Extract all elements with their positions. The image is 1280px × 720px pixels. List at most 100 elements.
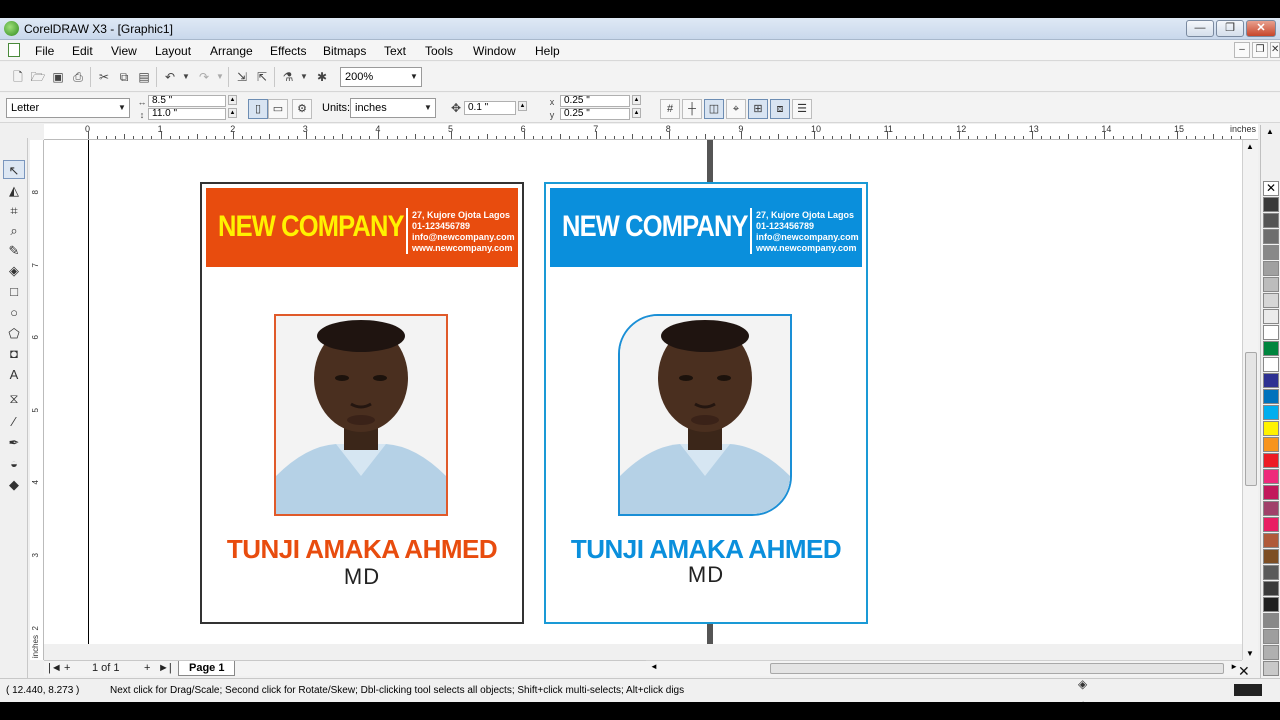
color-swatch[interactable]	[1263, 309, 1279, 324]
color-swatch[interactable]	[1263, 421, 1279, 436]
scroll-left-icon[interactable]: ◄	[650, 662, 658, 671]
first-page-icon[interactable]: |◄	[48, 662, 62, 674]
duplicate-x-field[interactable]: 0.25 "	[560, 95, 630, 107]
minimize-button[interactable]: —	[1186, 20, 1214, 37]
open-icon[interactable]: 🗁	[30, 69, 46, 85]
menu-view[interactable]: View	[111, 44, 137, 58]
current-fill-swatch[interactable]	[1234, 684, 1262, 696]
color-swatch[interactable]	[1263, 261, 1279, 276]
treat-as-filled-button[interactable]: ⊞	[748, 99, 768, 119]
new-document-icon[interactable]: 🗋	[10, 69, 26, 85]
scroll-right-icon[interactable]: ►	[1230, 662, 1238, 671]
menu-tools[interactable]: Tools	[425, 44, 453, 58]
interactive-blend-tool-icon[interactable]: ⧖	[3, 389, 25, 408]
color-swatch[interactable]	[1263, 613, 1279, 628]
color-swatch[interactable]	[1263, 405, 1279, 420]
palette-scroll-up-icon[interactable]: ▲	[1266, 127, 1274, 136]
ellipse-tool-icon[interactable]: ○	[3, 303, 25, 322]
color-swatch[interactable]	[1263, 293, 1279, 308]
color-swatch[interactable]	[1263, 453, 1279, 468]
pick-tool-icon[interactable]: ↖	[3, 160, 25, 179]
color-swatch[interactable]	[1263, 213, 1279, 228]
page-tab[interactable]: Page 1	[178, 661, 236, 676]
color-swatch[interactable]	[1263, 229, 1279, 244]
portrait-button[interactable]: ▯	[248, 99, 268, 119]
last-page-icon[interactable]: ►|	[158, 662, 172, 674]
snap-to-guidelines-button[interactable]: ┼	[682, 99, 702, 119]
paper-type-combo[interactable]: Letter ▼	[6, 98, 130, 118]
dup-x-spin-button[interactable]: ▲	[632, 95, 641, 105]
outline-pen-icon[interactable]: ✒	[1078, 697, 1088, 702]
application-launcher-icon[interactable]: ⚗	[280, 69, 296, 85]
height-spin-button[interactable]: ▲	[228, 108, 237, 118]
color-swatch[interactable]	[1263, 549, 1279, 564]
horizontal-ruler[interactable]: 0 1 2 3 4 5 6 7 8 9 10 11 12 13 14 15 inches	[44, 124, 1258, 140]
menu-window[interactable]: Window	[473, 44, 516, 58]
nudge-spin-button[interactable]: ▲	[518, 101, 527, 111]
maximize-button[interactable]: ❐	[1216, 20, 1244, 37]
page-width-field[interactable]: 8.5 "	[148, 95, 226, 107]
color-swatch[interactable]	[1263, 373, 1279, 388]
menu-arrange[interactable]: Arrange	[210, 44, 253, 58]
menu-file[interactable]: File	[35, 44, 54, 58]
drawing-canvas[interactable]: NEW COMPANY 27, Kujore Ojota Lagos 01-12…	[44, 140, 1242, 644]
fill-indicator-icon[interactable]: ◈	[1078, 677, 1087, 691]
undo-icon[interactable]: ↶	[162, 69, 178, 85]
add-page-after-icon[interactable]: +	[144, 662, 150, 674]
color-swatch[interactable]	[1263, 277, 1279, 292]
options-button[interactable]: ☰	[792, 99, 812, 119]
crop-tool-icon[interactable]: ⌗	[3, 201, 25, 220]
nudge-field[interactable]: 0.1 "	[464, 101, 516, 115]
id-card-orange[interactable]: NEW COMPANY 27, Kujore Ojota Lagos 01-12…	[200, 182, 524, 624]
units-combo[interactable]: inches ▼	[350, 98, 436, 118]
color-swatch[interactable]	[1263, 437, 1279, 452]
doc-close-button[interactable]: ✕	[1270, 42, 1280, 58]
color-swatch[interactable]	[1263, 485, 1279, 500]
color-swatch[interactable]	[1263, 645, 1279, 660]
vertical-scroll-thumb[interactable]	[1245, 352, 1257, 486]
draw-order-button[interactable]: ⧈	[770, 99, 790, 119]
id-card-blue[interactable]: NEW COMPANY 27, Kujore Ojota Lagos 01-12…	[544, 182, 868, 624]
snap-to-grid-button[interactable]: #	[660, 99, 680, 119]
menu-bitmaps[interactable]: Bitmaps	[323, 44, 366, 58]
redo-icon[interactable]: ↷	[196, 69, 212, 85]
interactive-fill-tool-icon[interactable]: ◆	[3, 475, 25, 494]
duplicate-y-field[interactable]: 0.25 "	[560, 108, 630, 120]
dynamic-guides-button[interactable]: ⌖	[726, 99, 746, 119]
freehand-tool-icon[interactable]: ✎	[3, 241, 25, 260]
text-tool-icon[interactable]: A	[3, 365, 25, 384]
color-swatch[interactable]	[1263, 357, 1279, 372]
color-swatch[interactable]	[1263, 197, 1279, 212]
document-icon[interactable]	[8, 43, 20, 57]
export-icon[interactable]: ⇱	[254, 69, 270, 85]
horizontal-scrollbar[interactable]: ◄ ►	[646, 660, 1242, 676]
rectangle-tool-icon[interactable]: □	[3, 282, 25, 301]
color-swatch[interactable]	[1263, 501, 1279, 516]
menu-edit[interactable]: Edit	[72, 44, 93, 58]
basic-shapes-tool-icon[interactable]: ◘	[3, 344, 25, 363]
color-swatch[interactable]	[1263, 533, 1279, 548]
import-icon[interactable]: ⇲	[234, 69, 250, 85]
menu-text[interactable]: Text	[384, 44, 406, 58]
landscape-button[interactable]: ▭	[268, 99, 288, 119]
snap-to-objects-button[interactable]: ◫	[704, 99, 724, 119]
smart-fill-tool-icon[interactable]: ◈	[3, 261, 25, 280]
width-spin-button[interactable]: ▲	[228, 95, 237, 105]
scroll-up-icon[interactable]: ▲	[1246, 142, 1254, 151]
color-swatch[interactable]	[1263, 629, 1279, 644]
save-icon[interactable]: ▣	[50, 69, 66, 85]
copy-icon[interactable]: ⧉	[116, 69, 132, 85]
cut-icon[interactable]: ✂	[96, 69, 112, 85]
scroll-down-icon[interactable]: ▼	[1246, 649, 1254, 658]
color-swatch[interactable]	[1263, 341, 1279, 356]
print-icon[interactable]: ⎙	[70, 69, 86, 85]
shape-tool-icon[interactable]: ◭	[3, 181, 25, 200]
doc-restore-button[interactable]: ❐	[1252, 42, 1268, 58]
zoom-combo[interactable]: 200% ▼	[340, 67, 422, 87]
menu-help[interactable]: Help	[535, 44, 560, 58]
color-swatch[interactable]	[1263, 389, 1279, 404]
color-swatch[interactable]	[1263, 469, 1279, 484]
page-options-button[interactable]: ⚙	[292, 99, 312, 119]
doc-minimize-button[interactable]: –	[1234, 42, 1250, 58]
no-fill-swatch[interactable]: ✕	[1263, 181, 1279, 196]
